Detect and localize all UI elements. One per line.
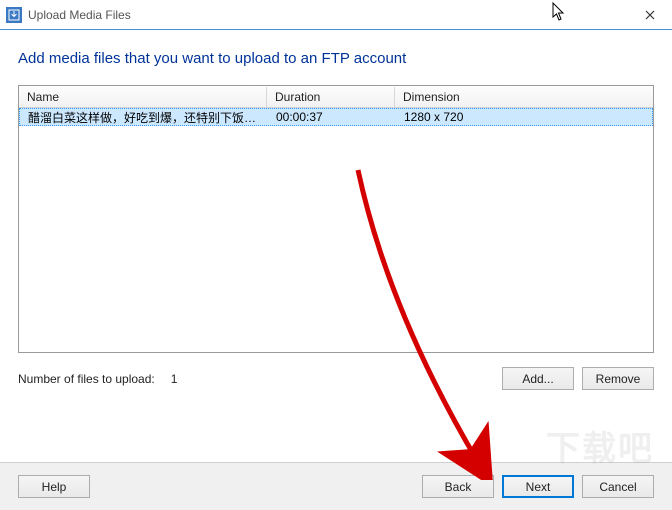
col-header-name[interactable]: Name xyxy=(19,87,267,107)
cell-duration: 00:00:37 xyxy=(268,109,396,125)
cell-name: 醋溜白菜这样做，好吃到爆，还特别下饭，... xyxy=(20,108,268,127)
titlebar: Upload Media Files xyxy=(0,0,672,30)
help-button[interactable]: Help xyxy=(18,475,90,498)
add-button[interactable]: Add... xyxy=(502,367,574,390)
status-row: Number of files to upload: 1 Add... Remo… xyxy=(18,367,654,390)
cancel-button[interactable]: Cancel xyxy=(582,475,654,498)
status-label: Number of files to upload: xyxy=(18,372,155,386)
next-button[interactable]: Next xyxy=(502,475,574,498)
page-heading: Add media files that you want to upload … xyxy=(18,50,654,67)
footer: Help Back Next Cancel xyxy=(0,462,672,510)
close-button[interactable] xyxy=(627,0,672,30)
table-header: Name Duration Dimension xyxy=(19,86,653,108)
close-icon xyxy=(645,10,655,20)
table-row[interactable]: 醋溜白菜这样做，好吃到爆，还特别下饭，... 00:00:37 1280 x 7… xyxy=(19,108,653,126)
col-header-duration[interactable]: Duration xyxy=(267,87,395,107)
back-button[interactable]: Back xyxy=(422,475,494,498)
status-count: 1 xyxy=(171,372,178,386)
col-header-dimension[interactable]: Dimension xyxy=(395,87,653,107)
window-title: Upload Media Files xyxy=(28,8,627,22)
remove-button[interactable]: Remove xyxy=(582,367,654,390)
file-table: Name Duration Dimension 醋溜白菜这样做，好吃到爆，还特别… xyxy=(18,85,654,353)
content-area: Add media files that you want to upload … xyxy=(0,30,672,390)
cell-dimension: 1280 x 720 xyxy=(396,109,536,125)
app-icon xyxy=(6,7,22,23)
